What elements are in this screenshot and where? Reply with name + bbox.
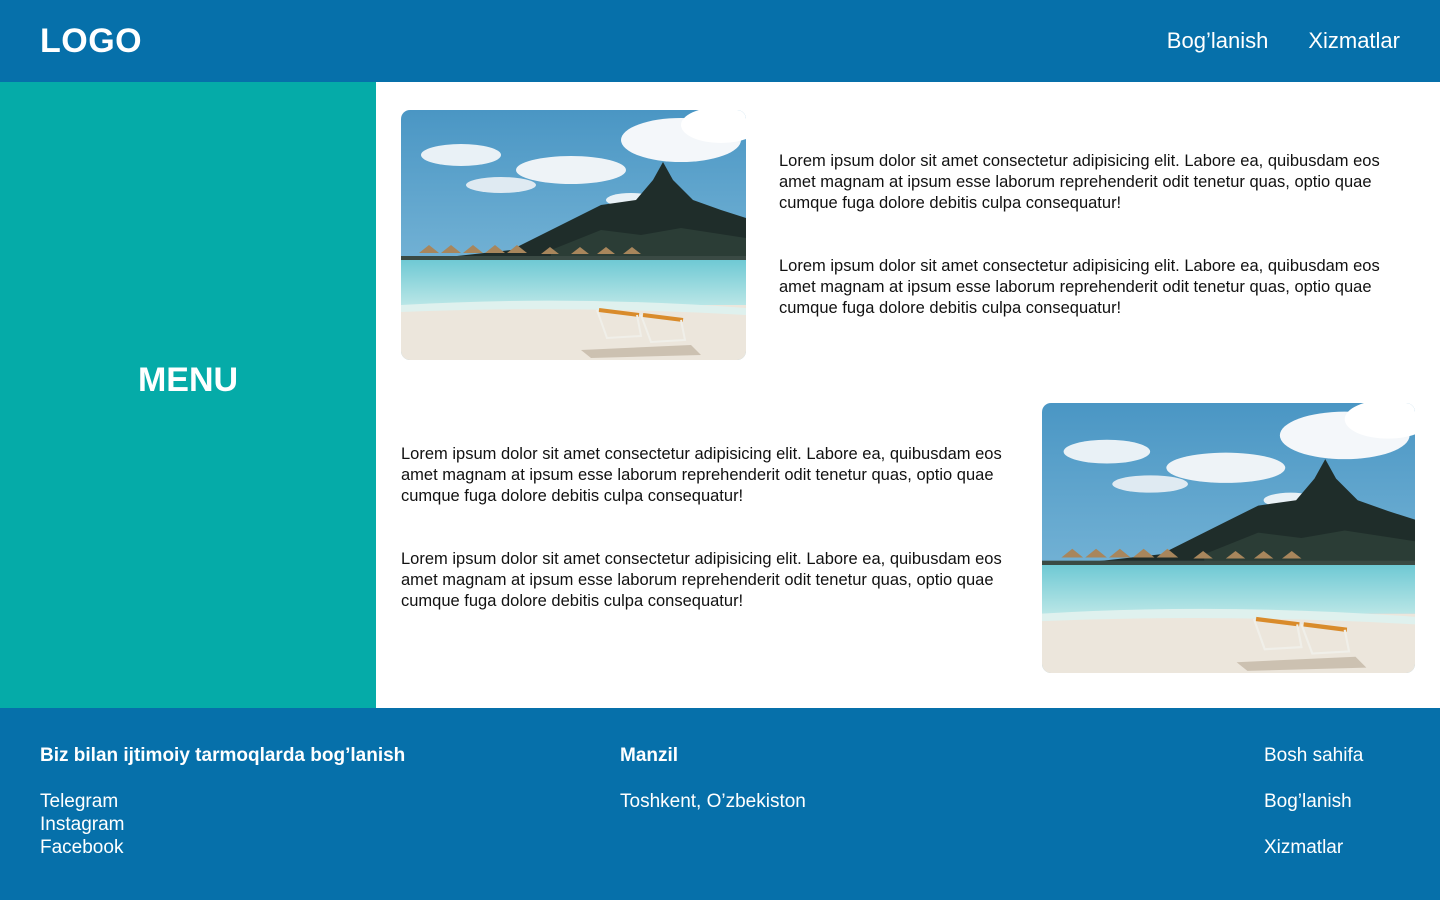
header-nav: Bog’lanish Xizmatlar: [1167, 26, 1400, 56]
social-links: Telegram Instagram Facebook: [40, 790, 405, 859]
footer-nav: Bosh sahifa Bog’lanish Xizmatlar: [1264, 744, 1363, 882]
facebook-link[interactable]: Facebook: [40, 836, 405, 859]
footer-link-bosh-sahifa[interactable]: Bosh sahifa: [1264, 744, 1363, 768]
nav-link-xizmatlar[interactable]: Xizmatlar: [1308, 26, 1400, 56]
sidebar: MENU: [0, 82, 376, 708]
footer-link-xizmatlar[interactable]: Xizmatlar: [1264, 836, 1363, 860]
paragraph: Lorem ipsum dolor sit amet consectetur a…: [401, 550, 1002, 610]
logo[interactable]: LOGO: [40, 20, 142, 62]
footer-address: Manzil Toshkent, O’zbekiston: [620, 744, 806, 813]
footer-social: Biz bilan ijtimoiy tarmoqlarda bog’lanis…: [40, 744, 405, 859]
footer-link-boglanish[interactable]: Bog’lanish: [1264, 790, 1363, 814]
paragraph: Lorem ipsum dolor sit amet consectetur a…: [779, 152, 1380, 212]
telegram-link[interactable]: Telegram: [40, 790, 405, 813]
address-value: Toshkent, O’zbekiston: [620, 791, 806, 812]
secondary-text: Lorem ipsum dolor sit amet consectetur a…: [401, 444, 1041, 654]
beach-photo: [1042, 403, 1415, 673]
site-header: LOGO Bog’lanish Xizmatlar: [0, 0, 1440, 82]
paragraph: Lorem ipsum dolor sit amet consectetur a…: [779, 257, 1380, 317]
footer-social-heading: Biz bilan ijtimoiy tarmoqlarda bog’lanis…: [40, 745, 406, 766]
nav-link-boglanish[interactable]: Bog’lanish: [1167, 26, 1269, 56]
instagram-link[interactable]: Instagram: [40, 813, 405, 836]
main-content: Lorem ipsum dolor sit amet consectetur a…: [376, 82, 1440, 708]
footer-address-heading: Manzil: [620, 745, 679, 766]
paragraph: Lorem ipsum dolor sit amet consectetur a…: [401, 445, 1002, 505]
site-footer: Biz bilan ijtimoiy tarmoqlarda bog’lanis…: [0, 708, 1440, 900]
sidebar-menu-label[interactable]: MENU: [138, 361, 238, 400]
intro-text: Lorem ipsum dolor sit amet consectetur a…: [779, 151, 1419, 361]
beach-photo: [401, 110, 746, 360]
